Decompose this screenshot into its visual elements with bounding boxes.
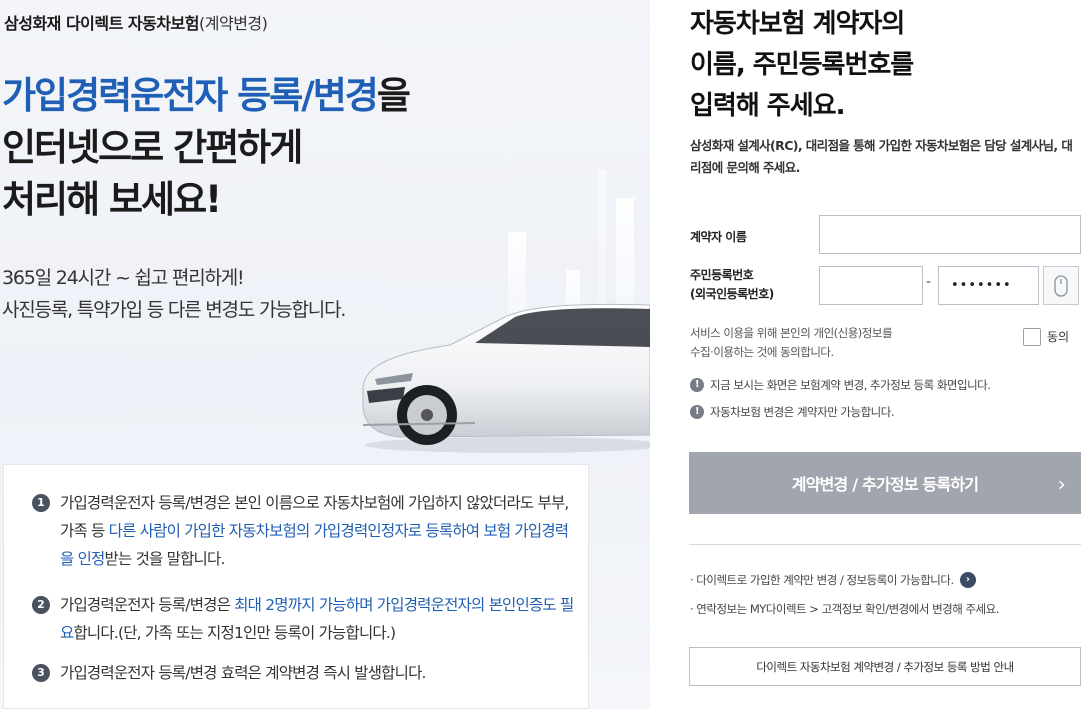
virtual-keypad-button[interactable] xyxy=(1043,266,1079,305)
number-badge: 2 xyxy=(32,596,50,614)
exclamation-icon: ! xyxy=(690,378,704,392)
chevron-right-icon: › xyxy=(1057,472,1066,496)
consent-checkbox[interactable] xyxy=(1023,328,1041,346)
headline-highlight: 가입경력운전자 등록/변경 xyxy=(2,74,379,117)
contract-form-panel: 자동차보험 계약자의 이름, 주민등록번호를 입력해 주세요. 삼성화재 설계사… xyxy=(650,0,1090,709)
notice-1: ! 지금 보시는 화면은 보험계약 변경, 추가정보 등록 화면입니다. xyxy=(690,377,991,393)
notice-text: 자동차보험 변경은 계약자만 가능합니다. xyxy=(710,405,894,419)
form-title-line2: 이름, 주민등록번호를 xyxy=(690,50,914,80)
info-item-1: 1 가입경력운전자 등록/변경은 본인 이름으로 자동차보험에 가입하지 않았더… xyxy=(32,489,580,573)
bullet-1: · 다이렉트로 가입한 계약만 변경 / 정보등록이 가능합니다. › xyxy=(690,572,976,588)
info-text: 가입경력운전자 등록/변경 효력은 계약변경 즉시 발생합니다. xyxy=(60,664,426,682)
info-item-3: 3 가입경력운전자 등록/변경 효력은 계약변경 즉시 발생합니다. xyxy=(32,659,580,687)
number-badge: 3 xyxy=(32,664,50,682)
form-title-line3: 입력해 주세요. xyxy=(690,91,845,121)
info-item-2: 2 가입경력운전자 등록/변경은 최대 2명까지 가능하며 가입경력운전자의 본… xyxy=(32,591,580,647)
headline-line2: 인터넷으로 간편하게 xyxy=(2,126,303,169)
submit-button[interactable]: 계약변경 / 추가정보 등록하기 › xyxy=(689,452,1081,514)
promo-subline: 365일 24시간 ~ 쉽고 편리하게! 사진등록, 특약가입 등 다른 변경도… xyxy=(2,262,346,326)
notice-text: 지금 보시는 화면은 보험계약 변경, 추가정보 등록 화면입니다. xyxy=(710,378,991,392)
submit-button-label: 계약변경 / 추가정보 등록하기 xyxy=(791,475,979,494)
info-text: 가입경력운전자 등록/변경은 xyxy=(60,596,235,614)
form-title-line1: 자동차보험 계약자의 xyxy=(690,9,905,39)
promo-panel: 삼성화재 다이렉트 자동차보험(계약변경) 가입경력운전자 등록/변경을 인터넷… xyxy=(0,0,650,709)
divider xyxy=(689,544,1081,545)
rrn-front-input[interactable] xyxy=(819,266,923,305)
car-illustration xyxy=(362,303,650,453)
notice-2: ! 자동차보험 변경은 계약자만 가능합니다. xyxy=(690,404,894,420)
name-label: 계약자 이름 xyxy=(690,230,747,244)
brand-name: 삼성화재 다이렉트 자동차보험 xyxy=(4,14,200,33)
bullet-text: · 연락정보는 MY다이렉트 > 고객정보 확인/변경에서 변경해 주세요. xyxy=(690,602,999,616)
bullet-2: · 연락정보는 MY다이렉트 > 고객정보 확인/변경에서 변경해 주세요. xyxy=(690,601,999,617)
consent-checkbox-label[interactable]: 동의 xyxy=(1047,328,1069,345)
service-title: 삼성화재 다이렉트 자동차보험(계약변경) xyxy=(4,10,268,34)
info-text: 합니다.(단, 가족 또는 지정1인만 등록이 가능합니다.) xyxy=(73,624,396,642)
rrn-back-input[interactable] xyxy=(938,266,1039,305)
arrow-right-circle-icon[interactable]: › xyxy=(959,572,976,588)
headline-line1-rest: 을 xyxy=(376,74,411,117)
form-description: 삼성화재 설계사(RC), 대리점을 통해 가입한 자동차보험은 담당 설계사님… xyxy=(690,138,1073,175)
rrn-dash: - xyxy=(926,274,932,290)
number-badge: 1 xyxy=(32,494,50,512)
contractor-name-input[interactable] xyxy=(819,215,1081,254)
info-box: 1 가입경력운전자 등록/변경은 본인 이름으로 자동차보험에 가입하지 않았더… xyxy=(3,464,589,709)
form-title: 자동차보험 계약자의 이름, 주민등록번호를 입력해 주세요. xyxy=(690,4,914,127)
subline-1: 365일 24시간 ~ 쉽고 편리하게! xyxy=(2,267,245,289)
consent-line1: 서비스 이용을 위해 본인의 개인(신용)정보를 xyxy=(690,326,893,340)
rrn-label: 주민등록번호 (외국인등록번호) xyxy=(690,266,774,304)
rrn-label-line1: 주민등록번호 xyxy=(690,268,754,282)
promo-headline: 가입경력운전자 등록/변경을 인터넷으로 간편하게 처리해 보세요! xyxy=(2,70,411,226)
consent-text: 서비스 이용을 위해 본인의 개인(신용)정보를 수집·이용하는 것에 동의합니… xyxy=(690,324,893,362)
consent-line2: 수집·이용하는 것에 동의합니다. xyxy=(690,345,834,359)
info-text: 받는 것을 말합니다. xyxy=(104,550,226,568)
subline-2: 사진등록, 특약가입 등 다른 변경도 가능합니다. xyxy=(2,299,346,321)
guide-button[interactable]: 다이렉트 자동차보험 계약변경 / 추가정보 등록 방법 안내 xyxy=(689,647,1081,686)
rrn-label-line2: (외국인등록번호) xyxy=(690,287,774,301)
bullet-text: · 다이렉트로 가입한 계약만 변경 / 정보등록이 가능합니다. xyxy=(690,573,954,587)
brand-subtitle: (계약변경) xyxy=(199,14,268,33)
headline-line3: 처리해 보세요! xyxy=(2,178,222,221)
exclamation-icon: ! xyxy=(690,405,704,419)
mouse-icon xyxy=(1054,274,1068,297)
